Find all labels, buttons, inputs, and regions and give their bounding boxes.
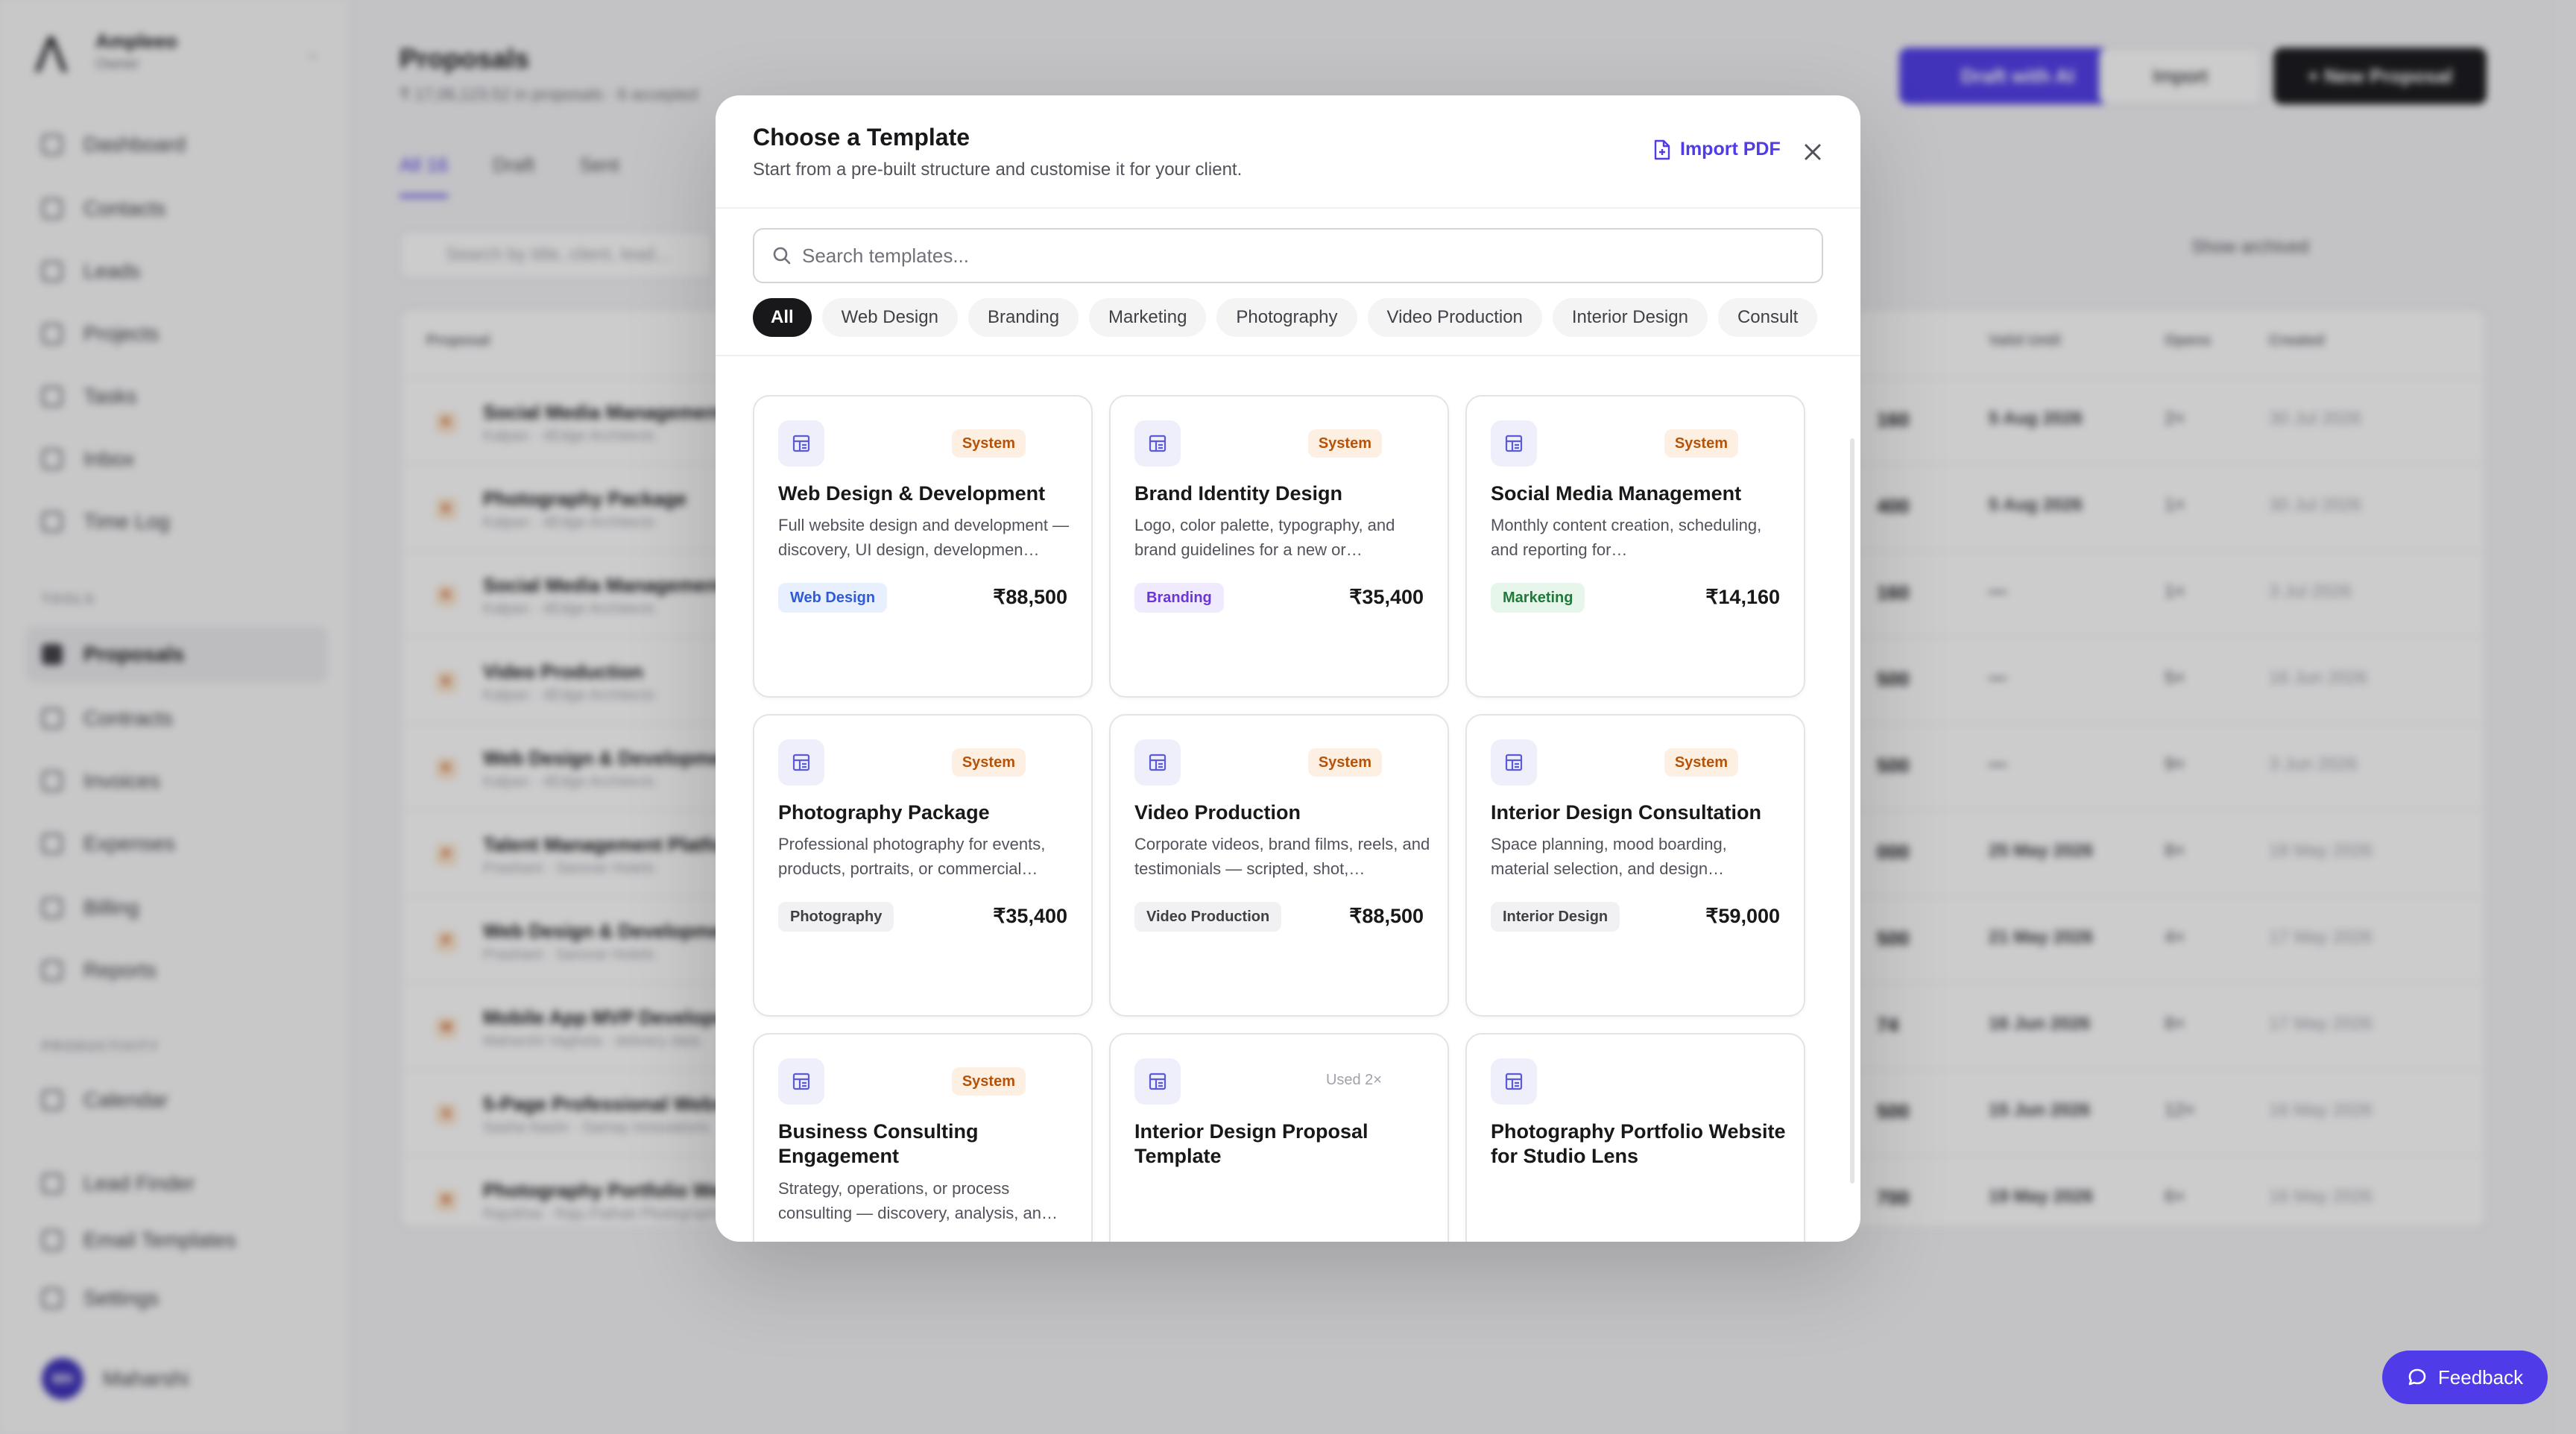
- template-card[interactable]: System Photography Package Professional ph…: [753, 714, 1093, 1017]
- template-search: [753, 228, 1823, 283]
- scrollbar[interactable]: [1850, 438, 1854, 1184]
- category-chip-web-design[interactable]: Web Design: [821, 298, 958, 337]
- template-card[interactable]: System Brand Identity Design Logo, color p…: [1109, 395, 1449, 698]
- category-chip-consult[interactable]: Consult: [1717, 298, 1818, 337]
- category-chip-all[interactable]: All: [753, 298, 812, 337]
- template-price: ₹35,400: [1349, 586, 1424, 608]
- category-tag: Video Production: [1134, 902, 1282, 932]
- template-card[interactable]: System Web Design & Development Full websi…: [753, 395, 1093, 698]
- chat-bubble-icon: [2408, 1368, 2426, 1386]
- modal-title: Choose a Template: [753, 124, 970, 151]
- template-icon: [778, 420, 824, 467]
- template-card[interactable]: Used 2× Interior Design Proposal Template: [1109, 1033, 1449, 1242]
- template-card[interactable]: System Social Media Management Monthly con…: [1465, 395, 1805, 698]
- system-badge: System: [951, 1067, 1026, 1096]
- import-pdf-label: Import PDF: [1680, 139, 1781, 159]
- template-icon: [1134, 739, 1181, 786]
- category-chip-photography[interactable]: Photography: [1216, 298, 1357, 337]
- template-description: Logo, color palette, typography, and bra…: [1134, 516, 1395, 559]
- choose-template-modal: Choose a Template Start from a pre-built…: [716, 95, 1860, 1242]
- category-tag: Photography: [778, 902, 894, 932]
- template-card[interactable]: System Video Production Corporate videos, …: [1109, 714, 1449, 1017]
- search-icon: [773, 247, 791, 265]
- feedback-label: Feedback: [2437, 1365, 2524, 1389]
- category-tag: Branding: [1134, 583, 1224, 613]
- import-pdf-button[interactable]: Import PDF: [1653, 139, 1781, 160]
- category-tag: Web Design: [778, 583, 888, 613]
- template-description: Corporate videos, brand films, reels, an…: [1134, 835, 1430, 878]
- template-card[interactable]: System Business Consulting Engagement Stra…: [753, 1033, 1093, 1242]
- category-filter: All Web Design Branding Marketing Photograph…: [753, 298, 1823, 338]
- template-title: Social Media Management: [1491, 482, 1742, 505]
- template-title: Web Design & Development: [778, 482, 1046, 505]
- system-badge: System: [1664, 748, 1738, 777]
- category-chip-marketing[interactable]: Marketing: [1089, 298, 1207, 337]
- template-title: Brand Identity Design: [1134, 482, 1343, 505]
- template-title: Business Consulting Engagement: [778, 1120, 979, 1167]
- template-description: Monthly content creation, scheduling, an…: [1491, 516, 1762, 559]
- template-description: Professional photography for events, pro…: [778, 835, 1046, 878]
- modal-header: Choose a Template Start from a pre-built…: [716, 95, 1860, 209]
- template-price: ₹88,500: [1349, 905, 1424, 927]
- template-card[interactable]: System Interior Design Consultation Space …: [1465, 714, 1805, 1017]
- template-search-input[interactable]: [802, 230, 1801, 282]
- system-badge: System: [951, 429, 1026, 458]
- template-icon: [1491, 1058, 1537, 1105]
- template-icon: [778, 739, 824, 786]
- template-price: ₹14,160: [1705, 586, 1780, 608]
- template-description: Space planning, mood boarding, material …: [1491, 835, 1727, 878]
- close-icon[interactable]: [1798, 137, 1828, 167]
- template-title: Video Production: [1134, 801, 1301, 824]
- template-icon: [1134, 420, 1181, 467]
- system-badge: System: [1307, 748, 1382, 777]
- template-card[interactable]: Photography Portfolio Website for Studio…: [1465, 1033, 1805, 1242]
- template-title: Photography Portfolio Website for Studio…: [1491, 1120, 1786, 1167]
- template-price: ₹59,000: [1705, 905, 1780, 927]
- category-chip-video-production[interactable]: Video Production: [1367, 298, 1542, 337]
- template-title: Interior Design Proposal Template: [1134, 1120, 1368, 1167]
- template-icon: [1134, 1058, 1181, 1105]
- system-badge: System: [1307, 429, 1382, 458]
- category-chip-interior-design[interactable]: Interior Design: [1552, 298, 1708, 337]
- template-icon: [1491, 739, 1537, 786]
- template-price: ₹88,500: [993, 586, 1067, 608]
- template-title: Interior Design Consultation: [1491, 801, 1762, 824]
- template-price: ₹35,400: [993, 905, 1067, 927]
- system-badge: System: [951, 748, 1026, 777]
- template-icon: [778, 1058, 824, 1105]
- template-description: Full website design and development — di…: [778, 516, 1070, 559]
- system-badge: System: [1664, 429, 1738, 458]
- usage-count: Used 2×: [1325, 1072, 1382, 1088]
- category-tag: Interior Design: [1491, 902, 1620, 932]
- feedback-button[interactable]: Feedback: [2382, 1351, 2548, 1404]
- file-icon: [1654, 139, 1670, 159]
- template-description: Strategy, operations, or process consult…: [778, 1179, 1058, 1222]
- modal-subtitle: Start from a pre-built structure and cus…: [753, 159, 1243, 180]
- template-title: Photography Package: [778, 801, 990, 824]
- template-icon: [1491, 420, 1537, 467]
- template-grid: System Web Design & Development Full websi…: [716, 355, 1860, 1242]
- category-chip-branding[interactable]: Branding: [967, 298, 1079, 337]
- category-tag: Marketing: [1491, 583, 1585, 613]
